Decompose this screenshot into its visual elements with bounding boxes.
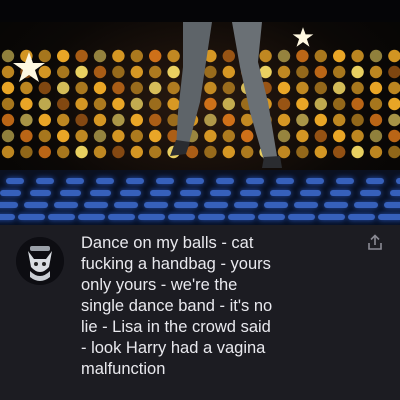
video-top-bar (0, 0, 400, 22)
video-player[interactable] (0, 22, 400, 225)
comment-text: Dance on my balls - cat fucking a handba… (81, 234, 273, 378)
dancer-legs (170, 22, 282, 168)
share-icon[interactable] (365, 233, 385, 253)
comment-section: Dance on my balls - cat fucking a handba… (0, 225, 400, 400)
cat-avatar-icon[interactable] (16, 237, 64, 285)
